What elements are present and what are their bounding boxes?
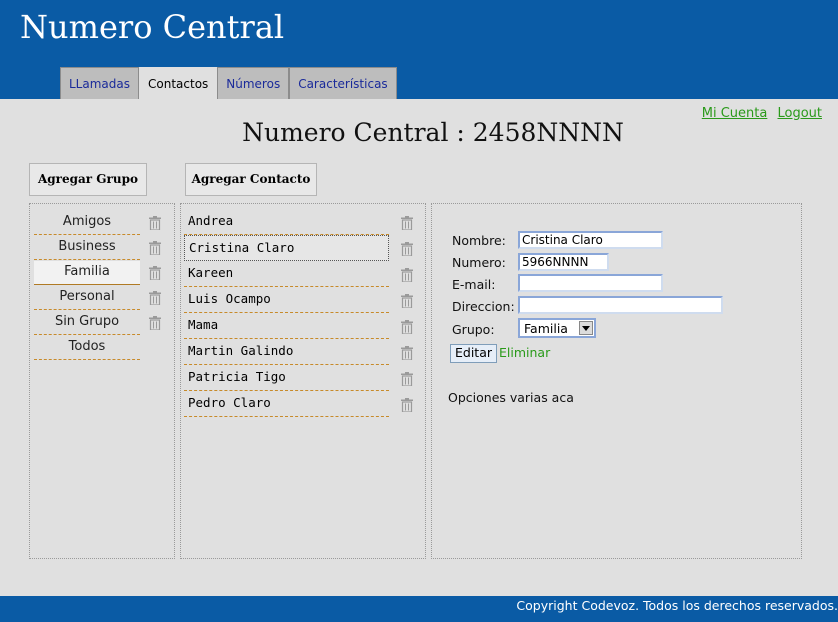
group-item-amigos[interactable]: Amigos [34, 211, 140, 235]
contact-item-martin-galindo[interactable]: Martin Galindo [184, 339, 389, 365]
footer: Copyright Codevoz. Todos los derechos re… [0, 596, 838, 622]
add-group-button[interactable]: Agregar Grupo [29, 163, 147, 196]
trash-icon[interactable] [149, 316, 161, 330]
tab-numeros[interactable]: Números [217, 67, 290, 99]
contact-item-pedro-claro[interactable]: Pedro Claro [184, 391, 389, 417]
main-tabs: LLamadas Contactos Números Característic… [60, 67, 397, 99]
tab-caracteristicas[interactable]: Características [289, 67, 397, 99]
trash-icon[interactable] [149, 266, 161, 280]
group-item-business[interactable]: Business [34, 236, 140, 260]
email-label: E-mail: [452, 277, 496, 292]
trash-icon[interactable] [149, 241, 161, 255]
trash-icon[interactable] [401, 346, 413, 360]
edit-button[interactable]: Editar [450, 344, 498, 363]
trash-icon[interactable] [401, 268, 413, 282]
contact-item-cristina-claro[interactable]: Cristina Claro [184, 235, 389, 261]
group-item-personal[interactable]: Personal [34, 286, 140, 310]
group-label: Grupo: [452, 322, 495, 337]
trash-icon[interactable] [401, 216, 413, 230]
tab-llamadas[interactable]: LLamadas [60, 67, 139, 99]
trash-icon[interactable] [401, 372, 413, 386]
page-title: Numero Central : 2458NNNN [242, 118, 624, 147]
trash-icon[interactable] [401, 398, 413, 412]
number-label: Numero: [452, 255, 506, 270]
name-field[interactable] [518, 231, 663, 249]
trash-icon[interactable] [149, 216, 161, 230]
copyright-text: Copyright Codevoz. Todos los derechos re… [516, 598, 838, 613]
groups-panel: Amigos Business Familia Personal Sin Gru… [29, 203, 175, 559]
email-field[interactable] [518, 274, 663, 292]
number-field[interactable] [518, 253, 609, 271]
contact-details-panel: Nombre: Numero: E-mail: Direccion: Grupo… [431, 203, 802, 559]
address-label: Direccion: [452, 299, 515, 314]
group-item-todos[interactable]: Todos [34, 336, 140, 360]
app-header: Numero Central LLamadas Contactos Número… [0, 0, 838, 99]
group-select-value: Familia [524, 321, 568, 336]
tab-contactos[interactable]: Contactos [139, 67, 218, 99]
group-item-familia[interactable]: Familia [34, 261, 140, 285]
add-contact-button[interactable]: Agregar Contacto [185, 163, 317, 196]
trash-icon[interactable] [149, 291, 161, 305]
app-title: Numero Central [20, 8, 285, 46]
contact-item-kareen[interactable]: Kareen [184, 261, 389, 287]
trash-icon[interactable] [401, 294, 413, 308]
contact-item-andrea[interactable]: Andrea [184, 209, 389, 235]
contact-item-luis-ocampo[interactable]: Luis Ocampo [184, 287, 389, 313]
contact-item-mama[interactable]: Mama [184, 313, 389, 339]
name-label: Nombre: [452, 233, 506, 248]
address-field[interactable] [518, 296, 723, 314]
trash-icon[interactable] [401, 242, 413, 256]
contacts-panel: Andrea Cristina Claro Kareen Luis Ocampo… [180, 203, 426, 559]
group-item-sin-grupo[interactable]: Sin Grupo [34, 311, 140, 335]
chevron-down-icon[interactable] [579, 321, 593, 335]
group-select[interactable]: Familia [518, 318, 596, 338]
trash-icon[interactable] [401, 320, 413, 334]
options-text: Opciones varias aca [448, 390, 574, 405]
contact-item-patricia-tigo[interactable]: Patricia Tigo [184, 365, 389, 391]
delete-link[interactable]: Eliminar [499, 345, 550, 360]
